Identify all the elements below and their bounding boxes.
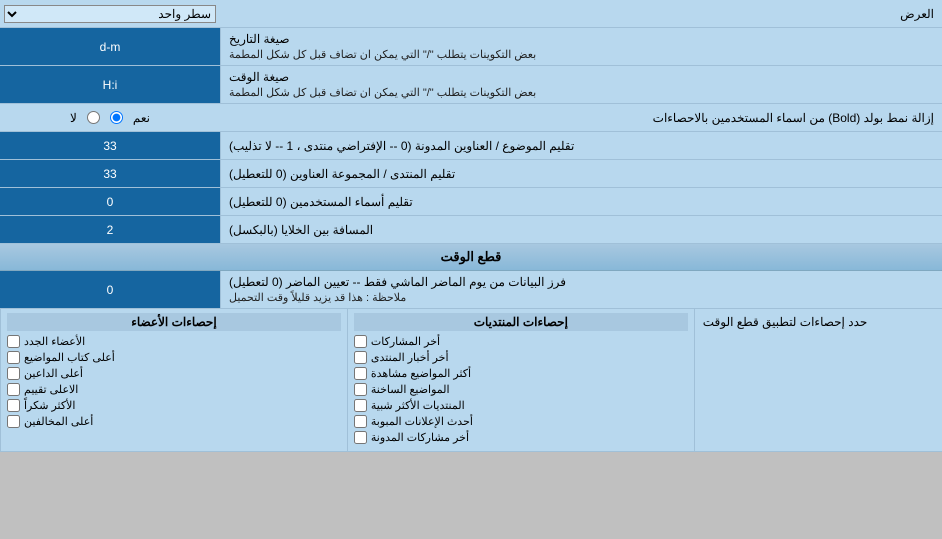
checkbox-label-1: أخر المشاركات xyxy=(371,335,440,348)
date-format-input-container xyxy=(0,28,220,65)
checkbox-label-m6: أعلى المخالفين xyxy=(24,415,93,428)
checkbox-label-5: المنتديات الأكثر شبية xyxy=(371,399,465,412)
username-trim-input[interactable] xyxy=(6,195,214,209)
bold-yes-label: نعم xyxy=(133,111,150,125)
checkbox-item-m6: أعلى المخالفين xyxy=(7,415,341,428)
checkbox-5[interactable] xyxy=(354,399,367,412)
forum-order-input-container xyxy=(0,160,220,187)
cutoff-main-label: فرز البيانات من يوم الماضر الماشي فقط --… xyxy=(229,275,566,289)
forums-stats-header: إحصاءات المنتديات xyxy=(354,313,688,331)
checkbox-label-4: المواضيع الساخنة xyxy=(371,383,450,396)
members-stats-col: إحصاءات الأعضاء الأعضاء الجدد أعلى كتاب … xyxy=(0,309,347,451)
forum-order-label: تقليم المنتدى / المجموعة العناوين (0 للت… xyxy=(220,160,942,187)
cutoff-note: ملاحظة : هذا قد يزيد قليلاً وقت التحميل xyxy=(229,291,406,304)
cutoff-input-container xyxy=(0,271,220,308)
checkbox-6[interactable] xyxy=(354,415,367,428)
checkbox-2[interactable] xyxy=(354,351,367,364)
topic-order-input[interactable] xyxy=(6,139,214,153)
forums-stats-col: إحصاءات المنتديات أخر المشاركات أخر أخبا… xyxy=(347,309,694,451)
checkbox-1[interactable] xyxy=(354,335,367,348)
checkbox-item-1: أخر المشاركات xyxy=(354,335,688,348)
top-label: العرض xyxy=(220,3,942,25)
checkbox-item-2: أخر أخبار المنتدى xyxy=(354,351,688,364)
checkbox-label-3: أكثر المواضيع مشاهدة xyxy=(371,367,471,380)
checkbox-label-2: أخر أخبار المنتدى xyxy=(371,351,449,364)
cell-spacing-label: المسافة بين الخلايا (بالبكسل) xyxy=(220,216,942,243)
checkbox-item-5: المنتديات الأكثر شبية xyxy=(354,399,688,412)
topic-order-row: تقليم الموضوع / العناوين المدونة (0 -- ا… xyxy=(0,132,942,160)
checkboxes-cols: إحصاءات المنتديات أخر المشاركات أخر أخبا… xyxy=(0,309,694,451)
checkbox-item-m2: أعلى كتاب المواضيع xyxy=(7,351,341,364)
checkbox-label-7: أخر مشاركات المدونة xyxy=(371,431,469,444)
checkbox-label-m5: الأكثر شكراً xyxy=(24,399,75,412)
bold-yes-radio[interactable] xyxy=(110,111,123,124)
bold-label: إزالة نمط بولد (Bold) من اسماء المستخدمي… xyxy=(220,107,942,129)
checkbox-label-m4: الاعلى تقييم xyxy=(24,383,78,396)
checkbox-m1[interactable] xyxy=(7,335,20,348)
username-trim-input-container xyxy=(0,188,220,215)
date-format-row: صيغة التاريخ بعض التكوينات يتطلب "/" الت… xyxy=(0,28,942,66)
checkbox-item-6: أحدث الإعلانات المبوبة xyxy=(354,415,688,428)
checkbox-m3[interactable] xyxy=(7,367,20,380)
username-trim-row: تقليم أسماء المستخدمين (0 للتعطيل) xyxy=(0,188,942,216)
checkbox-item-3: أكثر المواضيع مشاهدة xyxy=(354,367,688,380)
checkbox-7[interactable] xyxy=(354,431,367,444)
checkbox-m4[interactable] xyxy=(7,383,20,396)
checkboxes-label-text: حدد إحصاءات لتطبيق قطع الوقت xyxy=(703,315,868,329)
forum-order-input[interactable] xyxy=(6,167,214,181)
checkbox-m5[interactable] xyxy=(7,399,20,412)
checkboxes-section: حدد إحصاءات لتطبيق قطع الوقت إحصاءات الم… xyxy=(0,309,942,452)
cutoff-label: فرز البيانات من يوم الماضر الماشي فقط --… xyxy=(220,271,942,308)
bold-radio-row: إزالة نمط بولد (Bold) من اسماء المستخدمي… xyxy=(0,104,942,132)
date-format-title: صيغة التاريخ xyxy=(229,32,290,46)
checkbox-item-m3: أعلى الداعين xyxy=(7,367,341,380)
cell-spacing-input-container xyxy=(0,216,220,243)
date-format-sublabel: بعض التكوينات يتطلب "/" التي يمكن ان تضا… xyxy=(229,48,536,61)
topic-order-input-container xyxy=(0,132,220,159)
top-select-container: سطر واحد xyxy=(0,3,220,25)
top-row: العرض سطر واحد xyxy=(0,0,942,28)
checkbox-item-7: أخر مشاركات المدونة xyxy=(354,431,688,444)
bold-radio-controls: نعم لا xyxy=(0,109,220,127)
time-format-sublabel: بعض التكوينات يتطلب "/" التي يمكن ان تضا… xyxy=(229,86,536,99)
checkbox-label-m3: أعلى الداعين xyxy=(24,367,83,380)
topic-order-label: تقليم الموضوع / العناوين المدونة (0 -- ا… xyxy=(220,132,942,159)
checkbox-3[interactable] xyxy=(354,367,367,380)
cutoff-input[interactable] xyxy=(6,283,214,297)
checkbox-label-m1: الأعضاء الجدد xyxy=(24,335,85,348)
checkbox-4[interactable] xyxy=(354,383,367,396)
bold-no-radio[interactable] xyxy=(87,111,100,124)
date-format-label: صيغة التاريخ بعض التكوينات يتطلب "/" الت… xyxy=(220,28,942,65)
date-format-input[interactable] xyxy=(6,40,214,54)
time-format-row: صيغة الوقت بعض التكوينات يتطلب "/" التي … xyxy=(0,66,942,104)
time-format-title: صيغة الوقت xyxy=(229,70,289,84)
username-trim-label: تقليم أسماء المستخدمين (0 للتعطيل) xyxy=(220,188,942,215)
time-format-label: صيغة الوقت بعض التكوينات يتطلب "/" التي … xyxy=(220,66,942,103)
checkbox-item-4: المواضيع الساخنة xyxy=(354,383,688,396)
display-select[interactable]: سطر واحد xyxy=(4,5,216,23)
time-format-input-container xyxy=(0,66,220,103)
cutoff-section-header: قطع الوقت xyxy=(0,244,942,271)
checkbox-item-m4: الاعلى تقييم xyxy=(7,383,341,396)
checkboxes-main-label: حدد إحصاءات لتطبيق قطع الوقت xyxy=(694,309,942,451)
time-format-input[interactable] xyxy=(6,78,214,92)
members-stats-header: إحصاءات الأعضاء xyxy=(7,313,341,331)
checkbox-m6[interactable] xyxy=(7,415,20,428)
checkbox-item-m5: الأكثر شكراً xyxy=(7,399,341,412)
cutoff-row: فرز البيانات من يوم الماضر الماشي فقط --… xyxy=(0,271,942,309)
main-container: العرض سطر واحد صيغة التاريخ بعض التكوينا… xyxy=(0,0,942,452)
checkbox-m2[interactable] xyxy=(7,351,20,364)
checkbox-item-m1: الأعضاء الجدد xyxy=(7,335,341,348)
bold-no-label: لا xyxy=(70,111,77,125)
cell-spacing-row: المسافة بين الخلايا (بالبكسل) xyxy=(0,216,942,244)
forum-order-row: تقليم المنتدى / المجموعة العناوين (0 للت… xyxy=(0,160,942,188)
cell-spacing-input[interactable] xyxy=(6,223,214,237)
checkbox-label-6: أحدث الإعلانات المبوبة xyxy=(371,415,473,428)
checkbox-label-m2: أعلى كتاب المواضيع xyxy=(24,351,115,364)
